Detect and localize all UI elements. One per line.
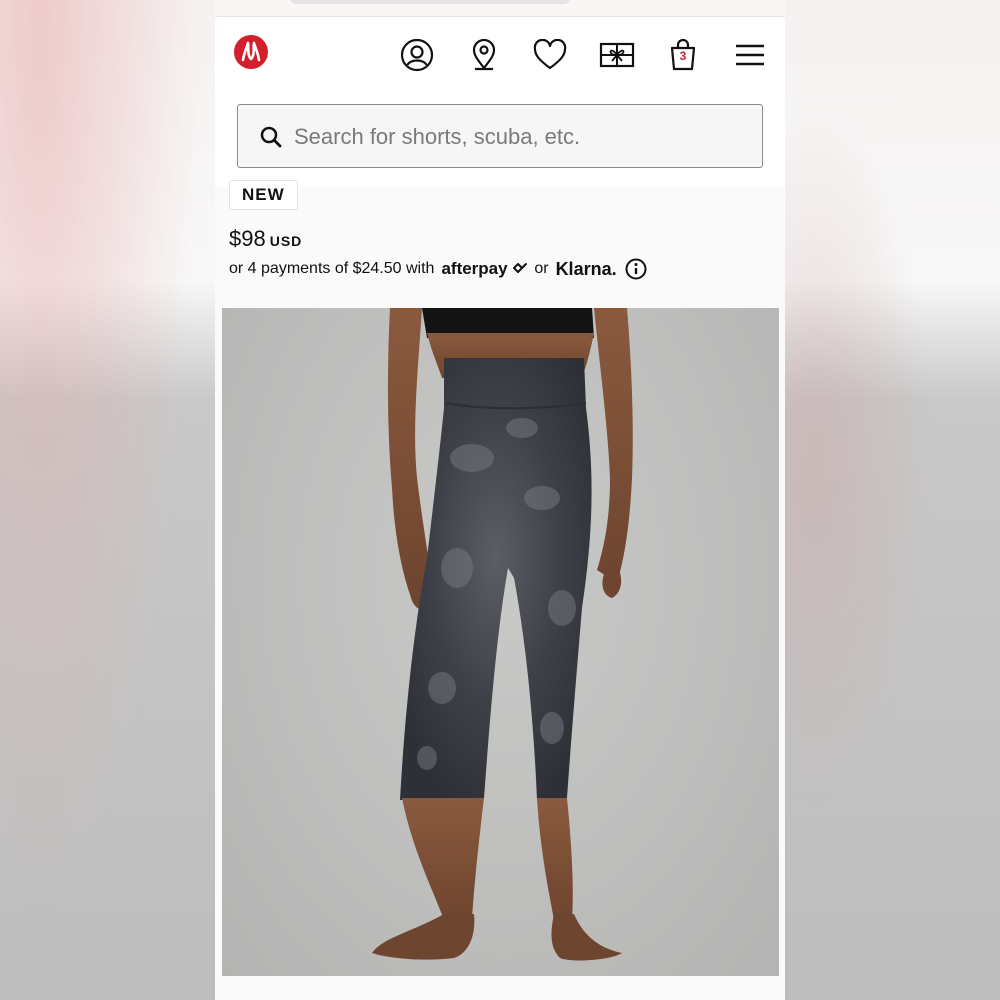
new-badge: NEW xyxy=(229,180,298,210)
store-locator-icon[interactable] xyxy=(466,37,502,73)
url-bar[interactable] xyxy=(290,0,570,4)
or-label: or xyxy=(534,260,549,277)
search-bar[interactable] xyxy=(237,104,763,168)
installments-text: or 4 payments of $24.50 with xyxy=(229,260,435,277)
background-blur-right xyxy=(785,0,1000,1000)
price-currency: USD xyxy=(269,233,303,249)
search-input[interactable] xyxy=(292,119,736,155)
gift-card-icon[interactable] xyxy=(599,37,635,73)
price-amount: $98 xyxy=(229,226,266,251)
menu-icon[interactable] xyxy=(732,37,768,73)
info-icon[interactable] xyxy=(625,258,647,280)
mobile-page: 3 NEW $98USD or 4 payments of $24.50 wit… xyxy=(215,0,785,1000)
afterpay-logo-icon xyxy=(513,263,528,273)
wishlist-icon[interactable] xyxy=(532,37,568,73)
cart-count-badge: 3 xyxy=(679,49,687,63)
product-price: $98 USD xyxy=(229,226,302,252)
installment-payments: or 4 payments of $24.50 with afterpay or… xyxy=(229,257,647,281)
search-icon xyxy=(260,126,282,148)
product-photo-illustration xyxy=(372,308,633,961)
klarna-link[interactable]: Klarna. xyxy=(556,259,617,280)
browser-top-bar xyxy=(215,0,785,17)
lululemon-logo[interactable] xyxy=(234,35,268,69)
product-image[interactable] xyxy=(222,308,779,976)
site-header: 3 xyxy=(215,17,785,187)
background-blur-left xyxy=(0,0,215,1000)
shopping-bag-icon[interactable]: 3 xyxy=(665,37,701,73)
afterpay-label: afterpay xyxy=(441,259,508,278)
account-icon[interactable] xyxy=(399,37,435,73)
afterpay-link[interactable]: afterpay xyxy=(441,259,528,279)
